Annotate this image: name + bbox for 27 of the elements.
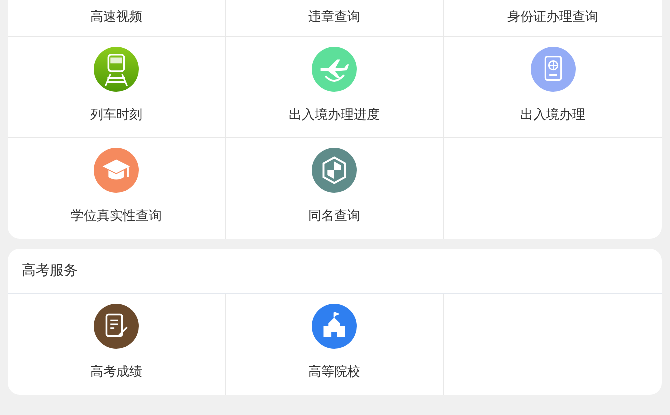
service-tile[interactable]: 出入境办理 — [444, 37, 662, 138]
school-building-icon — [312, 304, 357, 349]
airplane-icon — [312, 47, 357, 92]
tile-label: 同名查询 — [308, 208, 360, 226]
tile-label: 出入境办理进度 — [289, 107, 380, 125]
service-tile[interactable]: 出入境办理进度 — [226, 37, 444, 138]
service-tile[interactable]: 高等院校 — [226, 294, 444, 395]
tile-label: 身份证办理查询 — [508, 9, 598, 28]
service-tile[interactable]: 学位真实性查询 — [8, 138, 226, 239]
train-icon — [94, 47, 139, 92]
tile-label: 学位真实性查询 — [71, 208, 162, 226]
tile-label: 列车时刻 — [90, 107, 142, 125]
service-tile[interactable]: 高考成绩 — [8, 294, 226, 395]
tile-label: 高考成绩 — [90, 364, 142, 382]
service-tile[interactable]: 同名查询 — [226, 138, 444, 239]
tile-label: 违章查询 — [308, 9, 360, 28]
service-tile[interactable]: 高速视频 — [8, 0, 226, 37]
graduation-cap-icon — [94, 148, 139, 193]
service-tile[interactable]: 身份证办理查询 — [444, 0, 662, 37]
document-icon — [94, 304, 139, 349]
service-tile[interactable]: 违章查询 — [226, 0, 444, 37]
tile-label: 高等院校 — [308, 364, 360, 382]
tile-label: 高速视频 — [90, 9, 142, 28]
section-title: 高考服务 — [22, 262, 78, 280]
tile-label: 出入境办理 — [520, 107, 586, 125]
service-tile[interactable]: 列车时刻 — [8, 37, 226, 138]
passport-icon — [530, 47, 576, 92]
